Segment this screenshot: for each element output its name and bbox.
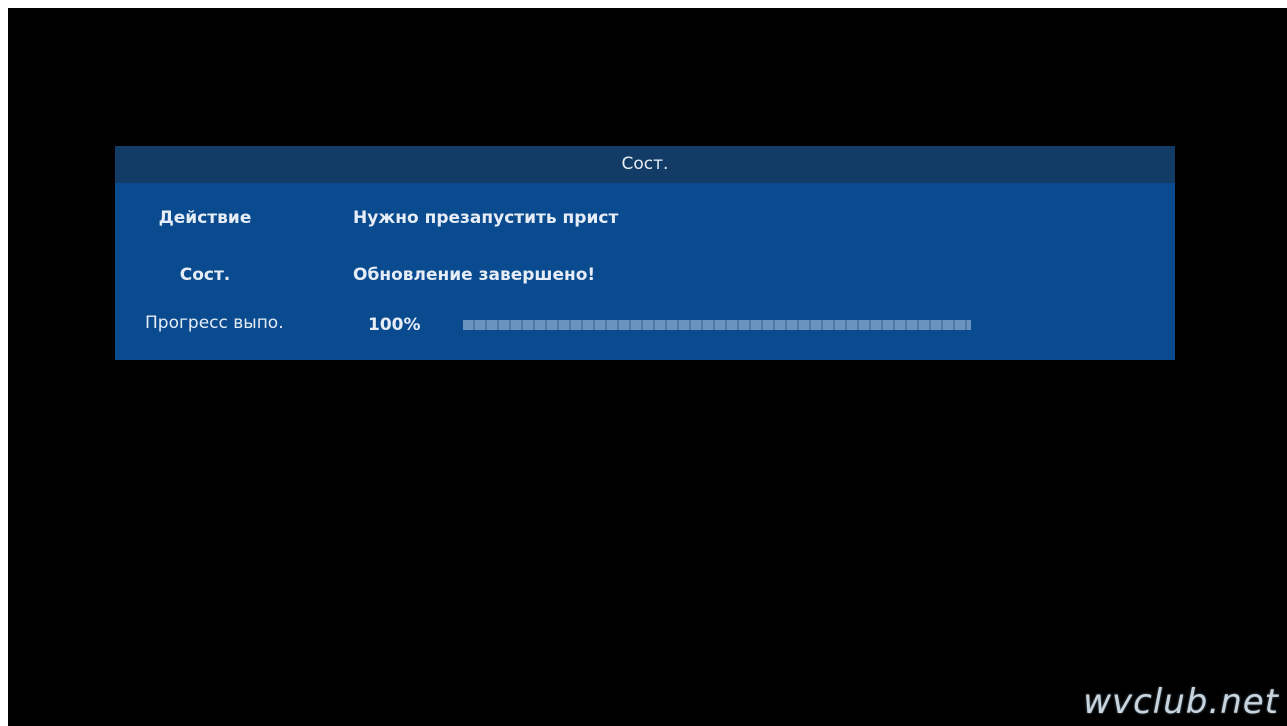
progress-bar <box>463 320 971 330</box>
watermark-logo: wvclub.net <box>1083 682 1279 722</box>
status-dialog: Сост. Действие Нужно презапустить прист … <box>115 146 1175 360</box>
tv-screen: Сост. Действие Нужно презапустить прист … <box>0 0 1287 726</box>
action-value: Нужно презапустить прист <box>353 208 619 228</box>
action-label: Действие <box>158 208 252 228</box>
progress-label: Прогресс выпо. <box>145 313 284 333</box>
frame-left-edge <box>0 0 8 726</box>
frame-top-edge <box>0 0 1287 8</box>
state-value: Обновление завершено! <box>353 265 596 285</box>
dialog-title: Сост. <box>115 146 1175 183</box>
progress-percent: 100% <box>368 315 421 335</box>
progress-bar-fill <box>463 320 971 330</box>
state-label: Сост. <box>179 265 231 285</box>
